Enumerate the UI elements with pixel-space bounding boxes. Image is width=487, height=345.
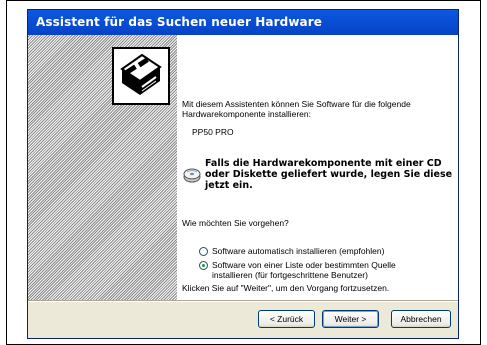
- next-button[interactable]: Weiter >: [322, 310, 379, 328]
- device-name: PP50 PRO: [192, 127, 234, 137]
- continue-hint: Klicken Sie auf "Weiter", um den Vorgang…: [182, 283, 390, 293]
- cd-icon: [183, 168, 201, 183]
- radio-auto-install[interactable]: [199, 247, 208, 256]
- cd-instruction: Falls die Hardwarekomponente mit einer C…: [205, 158, 453, 191]
- question-label: Wie möchten Sie vorgehen?: [182, 218, 289, 228]
- option-auto-install-label: Software automatisch installieren (empfo…: [212, 246, 385, 256]
- window-title: Assistent für das Suchen neuer Hardware: [36, 15, 322, 29]
- radio-manual-install[interactable]: [199, 261, 208, 270]
- hardware-wizard-dialog: Assistent für das Suchen neuer Hardware …: [27, 9, 459, 339]
- back-button[interactable]: < Zurück: [258, 310, 315, 328]
- intro-text: Mit diesem Assistenten können Sie Softwa…: [182, 99, 411, 119]
- option-manual-install-label-line1: Software von einer Liste oder bestimmten…: [212, 260, 396, 270]
- hardware-card-icon: [112, 47, 170, 105]
- wizard-sidebar-panel: [28, 35, 177, 300]
- wizard-content: Mit diesem Assistenten können Sie Softwa…: [177, 35, 458, 300]
- button-separator: [28, 300, 458, 302]
- option-manual-install-label-line2: installieren (für fortgeschrittene Benut…: [212, 270, 368, 280]
- title-bar[interactable]: Assistent für das Suchen neuer Hardware: [28, 10, 458, 35]
- cancel-button[interactable]: Abbrechen: [391, 310, 451, 328]
